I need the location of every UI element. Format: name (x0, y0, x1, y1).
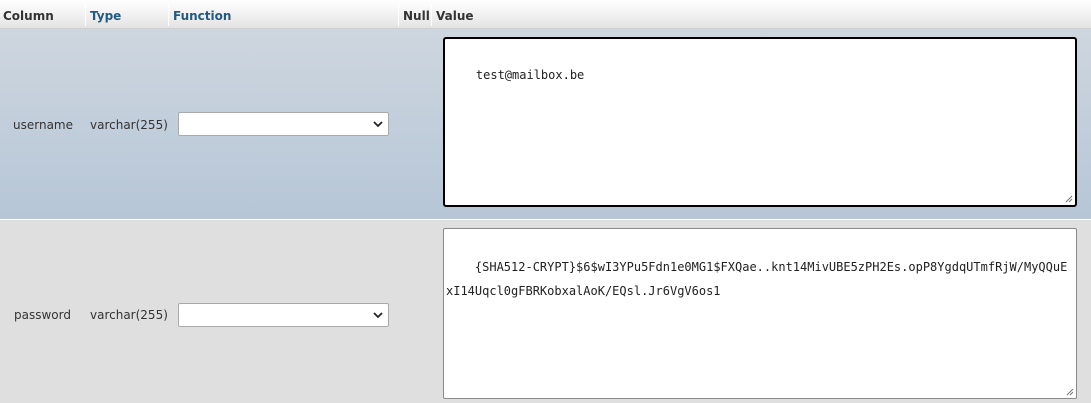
chevron-down-icon (373, 312, 383, 319)
header-divider (168, 4, 169, 26)
header-divider (398, 4, 399, 26)
resize-grip-icon[interactable] (1064, 194, 1073, 203)
resize-grip-icon[interactable] (1065, 387, 1074, 396)
column-type: varchar(255) (90, 118, 168, 132)
chevron-down-icon (373, 121, 383, 128)
value-textarea-username[interactable]: test@mailbox.be (443, 37, 1077, 207)
header-type-link[interactable]: Type (90, 8, 121, 24)
column-name: password (14, 308, 71, 322)
header-column: Column (3, 9, 54, 23)
value-text: {SHA512-CRYPT}$6$wI3YPu5Fdn1e0MG1$FXQae.… (446, 260, 1068, 298)
header-divider (85, 4, 86, 26)
header-null: Null (403, 9, 430, 23)
header-function-link[interactable]: Function (173, 8, 231, 24)
header-value: Value (436, 9, 474, 23)
table-header: Column Type Function Null Value (0, 0, 1091, 29)
insert-edit-table: Column Type Function Null Value username… (0, 0, 1091, 403)
value-text: test@mailbox.be (475, 68, 585, 82)
function-select[interactable] (178, 303, 389, 327)
header-divider (431, 4, 432, 26)
function-select[interactable] (178, 112, 389, 136)
value-textarea-password[interactable]: {SHA512-CRYPT}$6$wI3YPu5Fdn1e0MG1$FXQae.… (443, 228, 1077, 399)
column-name: username (13, 118, 73, 132)
column-type: varchar(255) (90, 308, 168, 322)
